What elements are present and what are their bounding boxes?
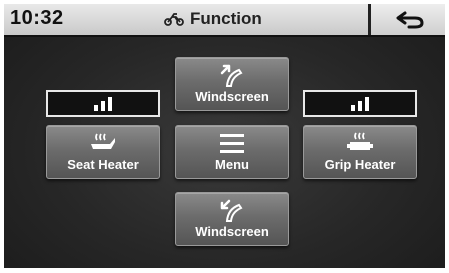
menu-label: Menu [215, 157, 249, 172]
grip-heater-level-indicator [303, 90, 417, 117]
status-bar: 10:32 Function [4, 4, 445, 37]
windscreen-down-button[interactable]: Windscreen [175, 192, 289, 246]
windscreen-up-button[interactable]: Windscreen [175, 57, 289, 111]
function-screen: 10:32 Function Windscreen Seat Heater Me… [4, 4, 445, 268]
menu-button[interactable]: Menu [175, 125, 289, 179]
grip-heater-icon [347, 132, 373, 150]
seat-heater-icon [91, 133, 115, 149]
seat-heater-level-indicator [46, 90, 160, 117]
back-button[interactable] [368, 4, 445, 35]
grip-heater-level-bars [351, 96, 369, 111]
seat-heater-level-bars [94, 96, 112, 111]
grip-heater-label: Grip Heater [324, 157, 396, 172]
seat-heater-label: Seat Heater [67, 157, 139, 172]
back-arrow-icon [396, 11, 424, 28]
windscreen-up-icon [220, 64, 243, 87]
clock: 10:32 [10, 7, 64, 29]
windscreen-down-icon [220, 199, 243, 222]
menu-icon [220, 134, 244, 153]
motorcycle-icon [164, 13, 184, 26]
windscreen-down-label: Windscreen [195, 224, 269, 239]
page-title: Function [190, 9, 262, 28]
grip-heater-button[interactable]: Grip Heater [303, 125, 417, 179]
windscreen-up-label: Windscreen [195, 89, 269, 104]
page-title-container: Function [164, 9, 324, 29]
seat-heater-button[interactable]: Seat Heater [46, 125, 160, 179]
